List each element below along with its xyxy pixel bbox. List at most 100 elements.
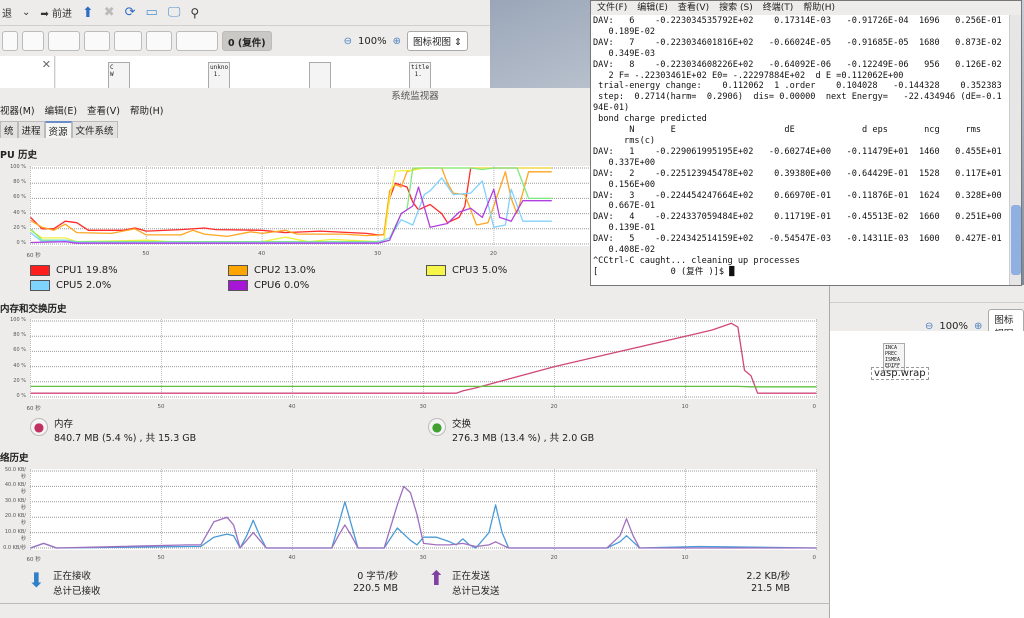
y-tick-label: 60 % <box>13 347 26 354</box>
terminal-line: bond charge predicted <box>593 114 707 125</box>
scrollbar[interactable] <box>1009 15 1021 285</box>
menu-terminal[interactable]: 终端(T) <box>763 1 794 15</box>
receiving-label: 正在接收 <box>53 571 92 582</box>
y-tick-label: 10.0 KB/秒 <box>4 528 26 542</box>
tab-processes[interactable]: 进程 <box>17 121 45 138</box>
sending-rate: 2.2 KB/秒 <box>746 571 790 582</box>
toolbar <box>830 285 1024 303</box>
terminal-line: 94E-01) <box>593 103 630 114</box>
back-button[interactable]: 退 <box>2 5 12 20</box>
legend-cpu5[interactable]: CPU5 2.0% <box>30 280 111 291</box>
series-line <box>30 186 552 244</box>
zoom-in-icon[interactable]: ⊕ <box>393 36 401 47</box>
upload-arrow-icon: ⬆ <box>428 566 445 590</box>
menu-view[interactable]: 查看(V) <box>678 1 709 15</box>
forward-label: 前进 <box>51 9 72 20</box>
path-crumb[interactable] <box>176 31 218 51</box>
y-tick-label: 30.0 KB/秒 <box>4 497 26 511</box>
path-crumb[interactable] <box>114 31 142 51</box>
total-received-label: 总计已接收 <box>53 586 101 597</box>
terminal-line: DAV: 6 -0.223034535792E+02 0.17314E-03 -… <box>593 16 1002 26</box>
file-manager-window-2: ⊖ 100% ⊕ 图标视图 INCA PREC ISMEA EDIFF vasp… <box>830 285 1024 618</box>
terminal-line: DAV: 8 -0.223034608226E+02 -0.64092E-06 … <box>593 59 1002 70</box>
file-icon-view: C W unkno 1. title 1. <box>56 56 490 92</box>
y-tick-label: 100 % <box>10 317 26 323</box>
tab-system[interactable]: 统 <box>0 121 18 138</box>
terminal-line: 0.337E+00 <box>593 157 656 168</box>
x-tick-label: 10 <box>681 555 689 561</box>
zoom-in-icon[interactable]: ⊕ <box>974 321 982 332</box>
close-icon[interactable]: ✕ <box>42 58 51 71</box>
legend-cpu3[interactable]: CPU3 5.0% <box>426 265 507 276</box>
home-folder-icon[interactable]: ▭ <box>146 5 158 20</box>
y-tick-label: 50.0 KB/秒 <box>4 467 26 480</box>
stop-icon[interactable]: ✖ <box>104 5 115 20</box>
x-tick-label: 40 <box>258 251 266 257</box>
download-arrow-icon: ⬇ <box>28 568 45 592</box>
path-crumb[interactable] <box>22 31 44 51</box>
legend-label: CPU6 0.0% <box>254 280 310 291</box>
path-crumb[interactable] <box>48 31 80 51</box>
terminal-line: 0.189E-02 <box>593 26 656 37</box>
series-line <box>30 167 552 238</box>
memory-history-heading: 内存和交换历史 <box>0 304 67 315</box>
view-mode-select[interactable]: 图标视图 ⇕ <box>406 31 468 51</box>
zoom-out-icon[interactable]: ⊖ <box>344 36 352 47</box>
color-swatch[interactable] <box>426 265 446 276</box>
menu-file[interactable]: 文件(F) <box>597 1 627 15</box>
zoom-out-icon[interactable]: ⊖ <box>925 321 933 332</box>
up-arrow-icon[interactable]: ⬆ <box>82 5 94 21</box>
legend-cpu1[interactable]: CPU1 19.8% <box>30 265 118 276</box>
swap-label: 交换 <box>452 419 472 430</box>
x-tick-label: 30 <box>374 251 381 257</box>
tab-file-systems[interactable]: 文件系统 <box>71 121 118 138</box>
terminal-menu-bar: 文件(F) 编辑(E) 查看(V) 搜索 (S) 终端(T) 帮助(H) <box>591 1 1021 15</box>
menu-search[interactable]: 搜索 (S) <box>719 1 753 15</box>
location-bar: 0 (复件) ⊖ 100% ⊕ 图标视图 ⇕ <box>0 27 490 55</box>
path-crumb[interactable] <box>84 31 110 51</box>
terminal-line: [ 0 (复件 )]$ █ <box>593 266 735 277</box>
forward-button[interactable]: ➡ 前进 <box>40 5 72 20</box>
y-tick-label: 80 % <box>13 332 26 339</box>
x-tick-label: 0 <box>812 404 817 410</box>
memory-info: ● 内存 840.7 MB (5.4 %) , 共 15.3 GB <box>30 416 196 444</box>
scrollbar-thumb[interactable] <box>1011 205 1021 275</box>
legend-cpu2[interactable]: CPU2 13.0% <box>228 265 316 276</box>
view-mode-label: 图标视图 <box>412 37 451 48</box>
memory-gauge-icon: ● <box>30 418 48 436</box>
menu-help[interactable]: 帮助(H) <box>803 1 835 15</box>
terminal-output[interactable]: DAV: 6 -0.223034535792E+02 0.17314E-03 -… <box>593 16 1002 278</box>
current-path-button[interactable]: 0 (复件) <box>222 31 272 51</box>
color-swatch[interactable] <box>30 265 50 276</box>
drive-crumb[interactable] <box>2 31 18 51</box>
computer-icon[interactable]: 🖵 <box>168 5 181 20</box>
forward-arrow-icon: ➡ <box>40 9 49 20</box>
color-swatch[interactable] <box>228 280 248 291</box>
tab-resources[interactable]: 资源 <box>44 121 72 138</box>
legend-cpu6[interactable]: CPU6 0.0% <box>228 280 309 291</box>
terminal-line: 0.156E+00 <box>593 179 656 190</box>
menu-edit[interactable]: 编辑(E) <box>45 104 77 120</box>
menu-monitor[interactable]: 视器(M) <box>0 104 35 120</box>
y-tick-label: 100 % <box>10 164 26 170</box>
file-name-label[interactable]: vasp.wrap <box>871 367 929 380</box>
receiving-rate: 0 字节/秒 <box>357 571 398 582</box>
path-crumb[interactable] <box>146 31 172 51</box>
total-received: 220.5 MB <box>353 583 398 594</box>
menu-help[interactable]: 帮助(H) <box>130 104 164 120</box>
color-swatch[interactable] <box>30 280 50 291</box>
terminal-line: 0.139E-01 <box>593 223 656 234</box>
terminal-window: 文件(F) 编辑(E) 查看(V) 搜索 (S) 终端(T) 帮助(H) DAV… <box>590 0 1022 286</box>
chevron-down-icon[interactable]: ⌄ <box>22 7 30 18</box>
menu-view[interactable]: 查看(V) <box>87 104 120 120</box>
search-binoculars-icon[interactable]: ⚲ <box>190 6 199 20</box>
swap-gauge-icon: ● <box>428 418 446 436</box>
menu-edit[interactable]: 编辑(E) <box>637 1 668 15</box>
legend-label: CPU1 19.8% <box>56 265 118 276</box>
terminal-line: 0.408E-02 <box>593 245 656 256</box>
terminal-line: step: 0.2714(harm= 0.2906) dis= 0.00000 … <box>593 92 1002 103</box>
color-swatch[interactable] <box>228 265 248 276</box>
reload-icon[interactable]: ⟳ <box>125 5 136 20</box>
x-tick-label: 30 <box>419 555 427 561</box>
legend-label: CPU3 5.0% <box>452 265 508 276</box>
